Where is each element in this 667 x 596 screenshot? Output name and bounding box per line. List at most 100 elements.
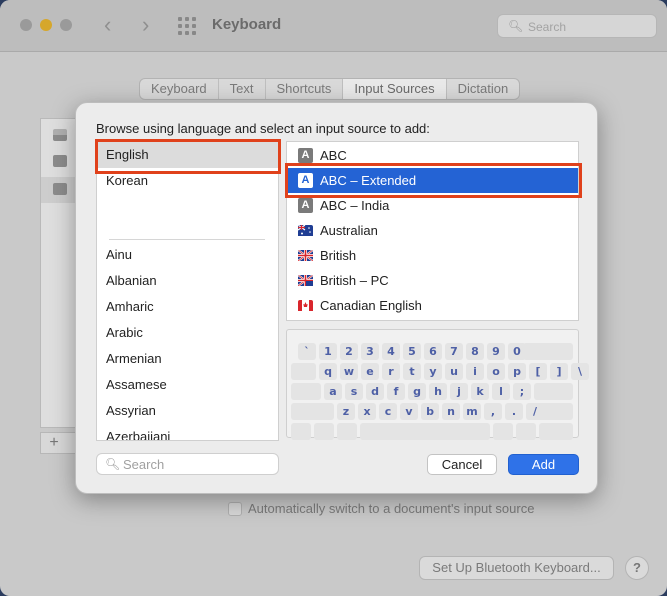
keyboard-key: 9 xyxy=(487,343,505,360)
back-arrow-icon[interactable]: ‹ xyxy=(104,12,111,38)
keyboard-key: p xyxy=(508,363,526,380)
close-window-button[interactable] xyxy=(20,19,32,31)
add-button[interactable]: Add xyxy=(508,454,579,475)
keyboard-modifier-key xyxy=(535,383,573,400)
setup-bluetooth-keyboard-button[interactable]: Set Up Bluetooth Keyboard... xyxy=(419,556,614,580)
keyboard-key: 7 xyxy=(445,343,463,360)
language-item-armenian[interactable]: Armenian xyxy=(97,346,278,372)
keyboard-key: c xyxy=(379,403,397,420)
input-source-label: British xyxy=(320,248,357,263)
language-list-divider xyxy=(109,239,265,240)
keyboard-modifier-key xyxy=(539,403,573,420)
language-item-albanian[interactable]: Albanian xyxy=(97,268,278,294)
keyboard-modifier-key xyxy=(314,423,334,440)
keyboard-key: w xyxy=(340,363,358,380)
keyboard-key: x xyxy=(358,403,376,420)
search-placeholder: Search xyxy=(528,20,567,34)
auto-switch-label: Automatically switch to a document's inp… xyxy=(248,501,535,516)
keyboard-modifier-key xyxy=(516,423,536,440)
preferences-tab-bar: Keyboard Text Shortcuts Input Sources Dictat… xyxy=(139,78,521,100)
keyboard-key: 5 xyxy=(403,343,421,360)
keyboard-modifier-key xyxy=(291,383,321,400)
keyboard-key: y xyxy=(424,363,442,380)
input-source-item[interactable]: British xyxy=(287,243,578,268)
keyboard-key: o xyxy=(487,363,505,380)
keyboard-key: l xyxy=(492,383,510,400)
keyboard-row: asdfghjkl;' xyxy=(324,383,552,400)
zoom-window-button[interactable] xyxy=(60,19,72,31)
window-title: Keyboard xyxy=(212,16,282,33)
keyboard-key: r xyxy=(382,363,400,380)
tab-shortcuts[interactable]: Shortcuts xyxy=(266,79,344,99)
language-item-ainu[interactable]: Ainu xyxy=(97,242,278,268)
keyboard-key: ` xyxy=(298,343,316,360)
keyboard-modifier-key xyxy=(291,363,316,380)
input-source-item[interactable]: Australian xyxy=(287,218,578,243)
keyboard-key: j xyxy=(450,383,468,400)
language-item-assyrian[interactable]: Assyrian xyxy=(97,398,278,424)
language-search-field[interactable]: 🔍︎ xyxy=(96,453,279,475)
tab-input-sources[interactable]: Input Sources xyxy=(343,79,447,99)
title-bar: ‹ › Keyboard 🔍︎ Search xyxy=(0,0,667,52)
tab-dictation[interactable]: Dictation xyxy=(447,79,520,99)
keyboard-modifier-key xyxy=(493,423,513,440)
keyboard-key: s xyxy=(345,383,363,400)
keyboard-key: , xyxy=(484,403,502,420)
keyboard-modifier-key xyxy=(523,343,573,360)
language-search-input[interactable] xyxy=(123,456,273,472)
keyboard-key: 3 xyxy=(361,343,379,360)
input-source-label: Australian xyxy=(320,223,378,238)
language-item-amharic[interactable]: Amharic xyxy=(97,294,278,320)
minimize-window-button[interactable] xyxy=(40,19,52,31)
keyboard-key: q xyxy=(319,363,337,380)
keyboard-key: ] xyxy=(550,363,568,380)
keyboard-key: b xyxy=(421,403,439,420)
sheet-prompt: Browse using language and select an inpu… xyxy=(96,121,430,136)
letter-a-icon: A xyxy=(298,198,313,213)
auto-switch-option[interactable]: Automatically switch to a document's inp… xyxy=(228,501,534,516)
keyboard-key: t xyxy=(403,363,421,380)
input-source-item[interactable]: British – PC xyxy=(287,268,578,293)
language-list: English Korean Ainu Albanian Amharic Arabic Ar… xyxy=(96,141,279,441)
letter-a-icon: A xyxy=(298,148,313,163)
keyboard-preview: `1234567890-=qwertyuiop[]\asdfghjkl;'zxc… xyxy=(286,329,589,440)
language-item-arabic[interactable]: Arabic xyxy=(97,320,278,346)
hangul-icon xyxy=(53,155,67,167)
keyboard-modifier-key xyxy=(337,423,357,440)
keyboard-key: e xyxy=(361,363,379,380)
show-all-grid-icon[interactable] xyxy=(178,17,196,35)
help-button[interactable]: ? xyxy=(625,556,649,580)
keyboard-modifier-key xyxy=(291,423,311,440)
keyboard-key: v xyxy=(400,403,418,420)
input-source-label: British – PC xyxy=(320,273,389,288)
search-icon: 🔍︎ xyxy=(105,457,121,471)
keyboard-key: 2 xyxy=(340,343,358,360)
keyboard-key: h xyxy=(429,383,447,400)
keyboard-modifier-key xyxy=(539,423,573,440)
keyboard-modifier-key xyxy=(360,423,490,440)
keyboard-key: z xyxy=(337,403,355,420)
keyboard-key: d xyxy=(366,383,384,400)
input-source-label: Canadian English xyxy=(320,298,422,313)
input-source-label: ABC – India xyxy=(320,198,390,213)
keyboard-key: ; xyxy=(513,383,531,400)
search-icon: 🔍︎ xyxy=(508,19,524,33)
highlight-box xyxy=(285,163,582,198)
keyboard-key: 8 xyxy=(466,343,484,360)
uk-pc-flag-icon xyxy=(298,275,313,290)
keyboard-key: n xyxy=(442,403,460,420)
tab-keyboard[interactable]: Keyboard xyxy=(140,79,219,99)
language-item-azerbaijani[interactable]: Azerbaijani xyxy=(97,424,278,440)
add-input-source-button[interactable]: + xyxy=(41,434,67,452)
language-item-assamese[interactable]: Assamese xyxy=(97,372,278,398)
tab-text[interactable]: Text xyxy=(219,79,266,99)
preferences-search-field[interactable]: 🔍︎ Search xyxy=(497,14,657,38)
keyboard-row: q w e r t y u i o p[] \ xyxy=(319,363,589,380)
forward-arrow-icon[interactable]: › xyxy=(142,12,149,38)
us-flag-icon xyxy=(53,129,67,141)
keyboard-key: g xyxy=(408,383,426,400)
auto-switch-checkbox[interactable] xyxy=(228,501,242,516)
highlight-box xyxy=(95,139,281,174)
input-source-item[interactable]: Canadian English xyxy=(287,293,578,318)
cancel-button[interactable]: Cancel xyxy=(427,454,497,475)
